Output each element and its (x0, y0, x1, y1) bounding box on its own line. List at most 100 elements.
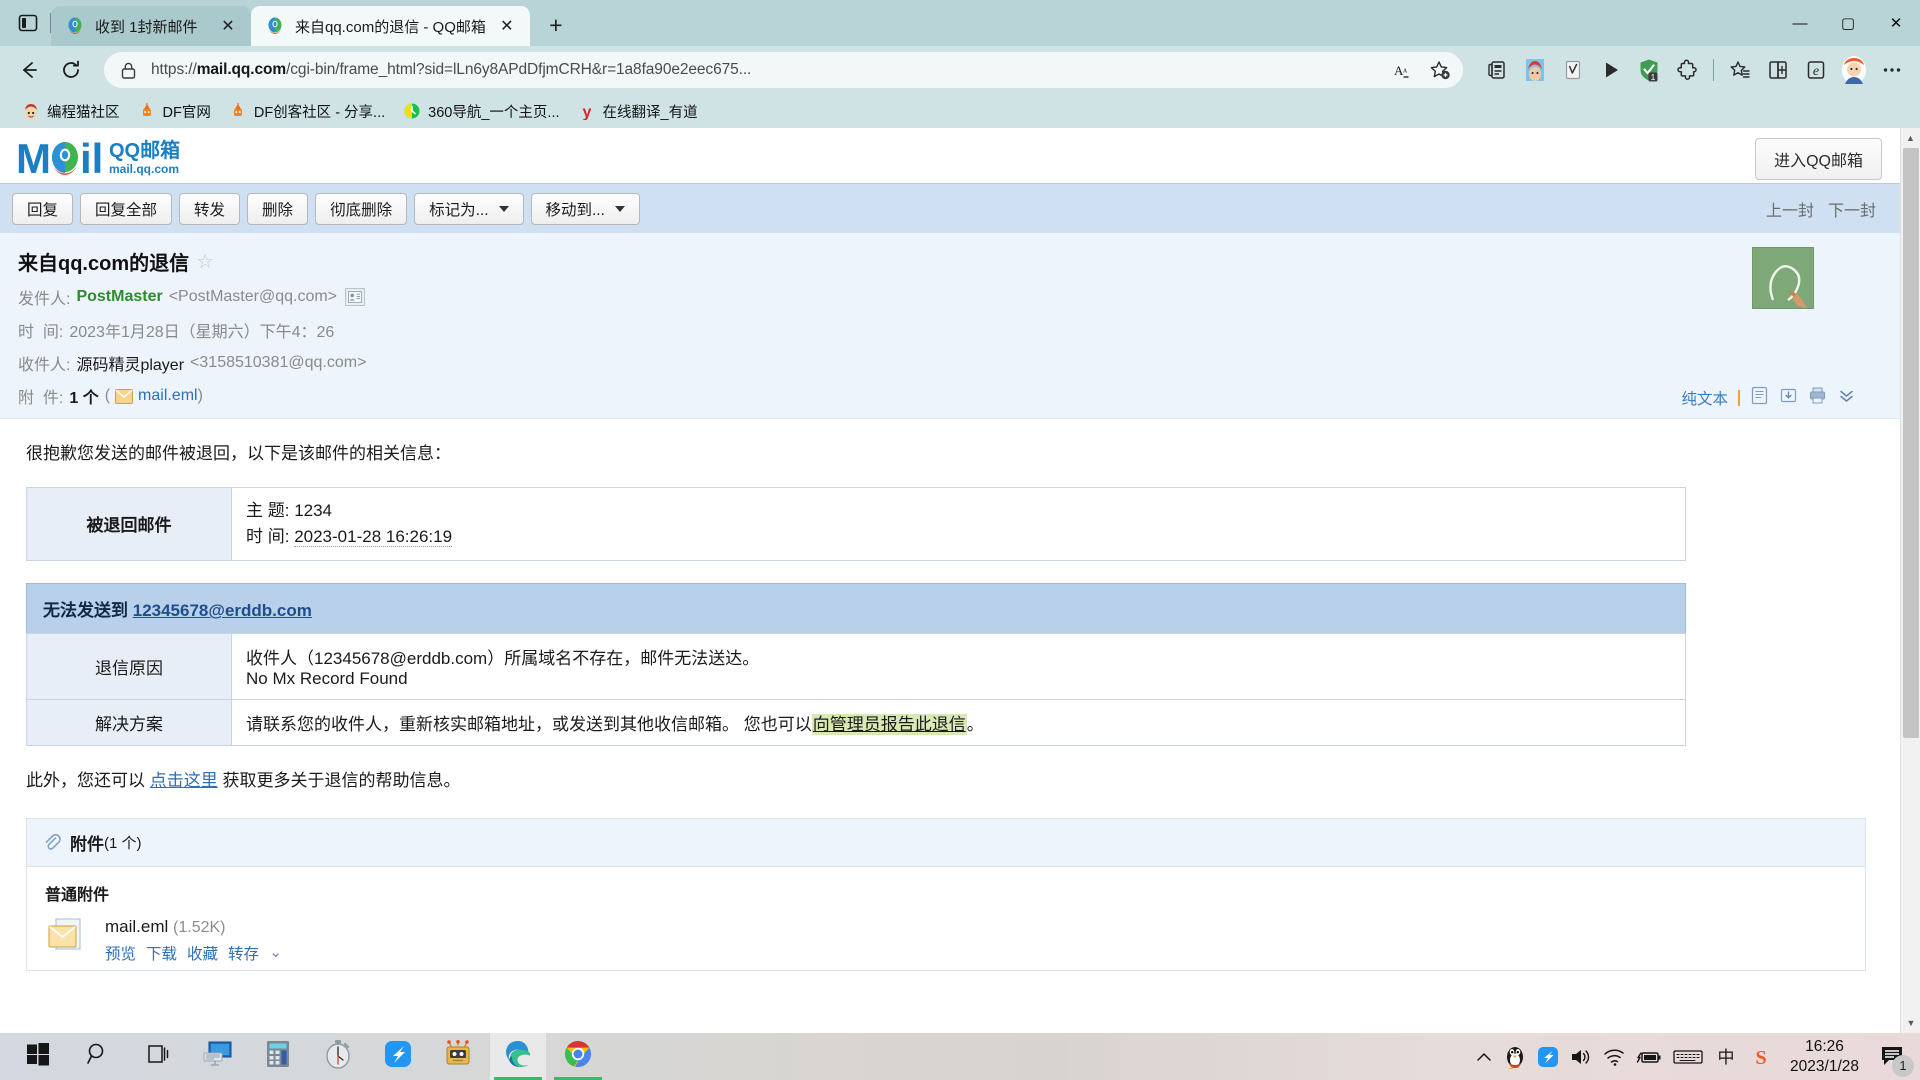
plain-text-link[interactable]: 纯文本 (1681, 387, 1728, 409)
svg-text:e: e (1813, 64, 1819, 79)
from-name[interactable]: PostMaster (76, 288, 162, 306)
task-view-button[interactable] (130, 1033, 186, 1080)
mail-body: 很抱歉您发送的邮件被退回，以下是该邮件的相关信息： 被退回邮件 主 题: 123… (0, 419, 1900, 971)
back-icon[interactable] (10, 51, 48, 89)
attachment-size: (1.52K) (173, 918, 226, 936)
volume-icon[interactable] (1570, 1047, 1592, 1067)
settings-more-icon[interactable] (1874, 52, 1910, 88)
profile-avatar-icon[interactable] (1836, 52, 1872, 88)
star-add-icon[interactable] (1423, 54, 1455, 86)
wps-icon[interactable] (1537, 1046, 1559, 1068)
star-outline-icon[interactable]: ☆ (196, 249, 214, 274)
bookmark-df-official[interactable]: DF官网 (130, 98, 219, 124)
bounce-details-table: 退信原因 收件人（12345678@erddb.com）所属域名不存在，邮件无法… (26, 633, 1686, 747)
bounce-address-link[interactable]: 12345678@erddb.com (133, 601, 312, 620)
attachment-actions: 预览 下载 收藏 转存 ⌄ (105, 942, 282, 964)
save-to-file-icon[interactable] (1779, 386, 1798, 410)
microsoft-edge-app[interactable] (490, 1033, 546, 1080)
report-to-admin-link[interactable]: 向管理员报告此退信 (811, 714, 967, 736)
note-icon[interactable] (1750, 386, 1769, 410)
omnibox-actions: Aᴬ (1389, 54, 1455, 86)
download-link[interactable]: 下载 (146, 942, 177, 964)
delete-button[interactable]: 删除 (247, 192, 309, 225)
button-label: 回复 (27, 201, 59, 219)
search-button[interactable] (70, 1033, 126, 1080)
reply-all-button[interactable]: 回复全部 (80, 192, 173, 225)
app-blue-bird[interactable] (370, 1033, 426, 1080)
bookmark-df-community[interactable]: DF创客社区 - 分享... (221, 98, 393, 124)
browser-tab-1[interactable]: 收到 1封新邮件 ✕ (51, 6, 251, 46)
close-icon[interactable]: ✕ (494, 13, 520, 39)
preview-link[interactable]: 预览 (105, 942, 136, 964)
to-name[interactable]: 源码精灵player (76, 351, 184, 375)
scroll-up-arrow[interactable]: ▲ (1901, 128, 1920, 148)
qqmail-logo[interactable]: M il QQ邮箱 mail.qq.com (16, 135, 216, 183)
prev-mail-link[interactable]: 上一封 (1766, 197, 1814, 221)
clock-app[interactable] (310, 1033, 366, 1080)
ime-chinese-icon[interactable]: 中 (1714, 1045, 1738, 1069)
chevron-up-icon[interactable] (1475, 1048, 1493, 1066)
more-chevron-icon[interactable] (1837, 386, 1856, 410)
notification-icon[interactable]: 1 (1876, 1040, 1914, 1077)
bookmark-codemao[interactable]: 编程猫社区 (14, 98, 128, 124)
stopwatch-icon (324, 1039, 352, 1074)
remote-desktop-app[interactable] (190, 1033, 246, 1080)
wifi-icon[interactable] (1603, 1047, 1625, 1067)
permanent-delete-button[interactable]: 彻底删除 (315, 192, 408, 225)
close-icon[interactable]: ✕ (215, 13, 241, 39)
favorites-star-icon[interactable] (1722, 52, 1758, 88)
tab-list-icon[interactable] (6, 0, 50, 46)
save-link[interactable]: 转存 (228, 942, 259, 964)
browser-tab-2[interactable]: 来自qq.com的退信 - QQ邮箱 ✕ (251, 6, 530, 46)
enter-qqmail-button[interactable]: 进入QQ邮箱 (1755, 137, 1882, 180)
button-label: 彻底删除 (330, 201, 393, 219)
print-icon[interactable] (1808, 386, 1827, 410)
keyboard-icon[interactable] (1673, 1047, 1703, 1067)
new-tab-button[interactable]: + (538, 7, 574, 43)
read-aloud-icon[interactable]: Aᴬ (1389, 54, 1421, 86)
forward-button[interactable]: 转发 (179, 192, 241, 225)
extension-avatar-icon[interactable] (1517, 52, 1553, 88)
chalkboard-portrait-avatar (1752, 247, 1814, 309)
start-button[interactable] (10, 1033, 66, 1080)
system-tray: 中 S 16:26 2023/1/28 1 (1475, 1037, 1920, 1077)
adblock-shield-icon[interactable]: 1 (1631, 52, 1667, 88)
calculator-app[interactable] (250, 1033, 306, 1080)
attachment-count: 1 个 (69, 390, 99, 407)
mblock-robot-app[interactable] (430, 1033, 486, 1080)
click-here-link[interactable]: 点击这里 (150, 771, 218, 790)
minimize-button[interactable]: — (1776, 0, 1824, 46)
google-chrome-app[interactable] (550, 1033, 606, 1080)
bookmark-360-nav[interactable]: 360导航_一个主页... (395, 98, 567, 124)
scroll-down-arrow[interactable]: ▼ (1901, 1013, 1920, 1033)
battery-icon[interactable] (1636, 1047, 1662, 1067)
checkmark-box-icon[interactable] (1555, 52, 1591, 88)
taskbar-clock[interactable]: 16:26 2023/1/28 (1784, 1037, 1865, 1076)
play-icon[interactable] (1593, 52, 1629, 88)
mail-date-row: 时 间: 2023年1月28日（星期六）下午4：26 (18, 318, 1882, 342)
qq-penguin-icon[interactable] (1504, 1044, 1526, 1070)
reply-button[interactable]: 回复 (12, 192, 74, 225)
vertical-scrollbar[interactable]: ▲ ▼ (1900, 128, 1920, 1033)
sogou-icon[interactable]: S (1749, 1045, 1773, 1069)
favorite-link[interactable]: 收藏 (187, 942, 218, 964)
attachment-filename-link[interactable]: mail.eml (138, 387, 198, 405)
collections-icon[interactable] (1479, 52, 1515, 88)
contact-card-icon[interactable] (345, 288, 366, 306)
from-address: <PostMaster@qq.com> (168, 288, 338, 305)
address-bar[interactable]: https://mail.qq.com/cgi-bin/frame_html?s… (104, 52, 1463, 88)
mark-as-dropdown[interactable]: 标记为... (414, 192, 524, 225)
next-mail-link[interactable]: 下一封 (1828, 197, 1876, 221)
bookmark-youdao[interactable]: y 在线翻译_有道 (570, 98, 706, 124)
returned-mail-key: 被退回邮件 (26, 486, 232, 562)
ie-mode-icon[interactable]: e (1798, 52, 1834, 88)
extensions-puzzle-icon[interactable] (1669, 52, 1705, 88)
move-to-dropdown[interactable]: 移动到... (530, 192, 640, 225)
mail-subject-row: 来自qq.com的退信 ☆ (18, 247, 1882, 276)
close-window-button[interactable]: ✕ (1872, 0, 1920, 46)
maximize-button[interactable]: ▢ (1824, 0, 1872, 46)
split-screen-icon[interactable] (1760, 52, 1796, 88)
chevron-down-icon[interactable]: ⌄ (269, 943, 282, 962)
refresh-icon[interactable] (52, 51, 90, 89)
scrollbar-thumb[interactable] (1903, 148, 1919, 738)
